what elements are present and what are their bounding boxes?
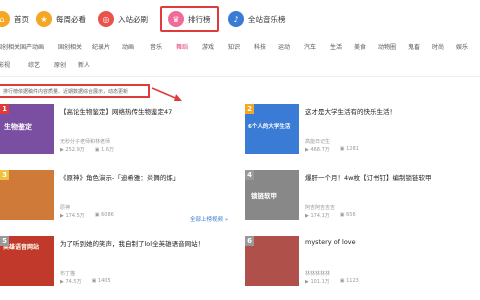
video-thumbnail[interactable]: 2 6个人的大学生活 <box>245 104 299 154</box>
video-title[interactable]: 【高论生物鉴定】网络热传生物鉴定47 <box>60 106 230 116</box>
ranking-card[interactable]: 4 锁链软甲 爆肝一个月！4w枚【订书钉】编制锁链软甲 阿吉阿吉吉吉 ▶ 174… <box>245 170 480 228</box>
category-item[interactable]: 综艺 <box>28 60 40 69</box>
ranking-card[interactable]: 2 6个人的大学生活 这才是大学生活有的快乐生活！ 高能日记生 ▶ 468.7万… <box>245 104 480 162</box>
video-title[interactable]: 爆肝一个月！4w枚【订书钉】编制锁链软甲 <box>305 172 475 182</box>
likes-count: ▣ 656 <box>339 212 356 218</box>
video-thumbnail[interactable]: 6 <box>245 236 299 286</box>
all-ranked-videos-link[interactable]: 全部上榜视频 » <box>190 215 228 223</box>
top-nav: ⌂ 首页 ★ 每周必看 ◎ 入站必刷 ♛ 排行榜 ♪ 全站音乐榜 <box>0 0 480 36</box>
category-item[interactable]: 游戏 <box>202 42 214 51</box>
category-item[interactable]: 科技 <box>254 42 266 51</box>
category-item[interactable]: 影视 <box>0 60 10 69</box>
divider <box>0 76 480 77</box>
likes-count: ▣ 1405 <box>91 278 111 284</box>
views-count: ▶ 174.5万 <box>60 213 85 219</box>
video-stats: ▶ 74.5万 ▣ 1405 <box>60 278 111 285</box>
uploader-name[interactable]: 高能日记生 <box>305 138 330 145</box>
ranking-card[interactable]: 1 生物鉴定 【高论生物鉴定】网络热传生物鉴定47 无秒分子老师和林老师 ▶ 2… <box>0 104 235 162</box>
category-item[interactable]: 纪录片 <box>92 42 110 51</box>
video-stats: ▶ 252.9万 ▣ 1.6万 <box>60 146 114 153</box>
video-stats: ▶ 174.1万 ▣ 656 <box>305 212 356 219</box>
views-count: ▶ 101.1万 <box>305 279 330 285</box>
weekly-icon: ★ <box>36 11 52 27</box>
category-item[interactable]: 国产动画 <box>20 42 44 51</box>
rank-badge: 4 <box>245 170 254 180</box>
likes-count: ▣ 1123 <box>339 278 359 284</box>
video-stats: ▶ 174.5万 ▣ 6086 <box>60 212 114 219</box>
music-icon: ♪ <box>228 11 244 27</box>
uploader-name[interactable]: 原神 <box>60 204 70 211</box>
category-item[interactable]: 运动 <box>278 42 290 51</box>
category-item-active[interactable]: 舞蹈 <box>176 42 188 51</box>
category-item[interactable]: 国创相关 <box>0 42 20 51</box>
rank-badge: 6 <box>245 236 254 246</box>
ranking-card[interactable]: 5 英雄语音网站 为了听到她的笑声，我自制了lol全英雄语音网站！ 布丁猫 ▶ … <box>0 236 235 294</box>
red-arrow-annotation <box>151 87 182 101</box>
likes-count: ▣ 1.6万 <box>94 147 115 153</box>
rank-badge: 5 <box>0 236 9 246</box>
ranking-icon: ♛ <box>168 11 184 27</box>
category-item[interactable]: 娱乐 <box>456 42 468 51</box>
home-icon: ⌂ <box>0 11 10 27</box>
views-count: ▶ 174.1万 <box>305 213 330 219</box>
category-row: 国创相关 国产动画 国创相关 纪录片 动画 音乐 舞蹈 游戏 知识 科技 运动 … <box>0 42 480 54</box>
category-item[interactable]: 时尚 <box>432 42 444 51</box>
tab-label: 全站音乐榜 <box>248 14 286 24</box>
category-item[interactable]: 动画 <box>122 42 134 51</box>
video-stats: ▶ 468.7万 ▣ 1281 <box>305 146 359 153</box>
tab-home[interactable]: ⌂ 首页 <box>0 6 29 32</box>
rank-badge: 1 <box>0 104 9 114</box>
tab-label: 排行榜 <box>188 14 211 24</box>
video-title[interactable]: 这才是大学生活有的快乐生活！ <box>305 106 475 116</box>
views-count: ▶ 74.5万 <box>60 279 82 285</box>
tab-must-watch[interactable]: ◎ 入站必刷 <box>98 6 148 32</box>
thumbnail-caption: 6个人的大学生活 <box>248 124 291 130</box>
tab-label: 每周必看 <box>56 14 86 24</box>
video-thumbnail[interactable]: 1 生物鉴定 <box>0 104 54 154</box>
category-item[interactable]: 音乐 <box>150 42 162 51</box>
category-item[interactable]: 动物圈 <box>378 42 396 51</box>
video-title[interactable]: 《原神》角色演示-「迪希雅：炎舞的炼」 <box>60 172 230 182</box>
category-item[interactable]: 国创相关 <box>58 42 82 51</box>
video-thumbnail[interactable]: 5 英雄语音网站 <box>0 236 54 286</box>
uploader-name[interactable]: 林林林林林 <box>305 270 330 277</box>
category-item[interactable]: 知识 <box>228 42 240 51</box>
uploader-name[interactable]: 阿吉阿吉吉吉 <box>305 204 335 211</box>
must-watch-icon: ◎ <box>98 11 114 27</box>
video-stats: ▶ 101.1万 ▣ 1123 <box>305 278 359 285</box>
video-thumbnail[interactable]: 3 <box>0 170 54 220</box>
likes-count: ▣ 6086 <box>94 212 114 218</box>
category-item[interactable]: 新人 <box>78 60 90 69</box>
views-count: ▶ 252.9万 <box>60 147 85 153</box>
video-title[interactable]: 为了听到她的笑声，我自制了lol全英雄语音网站！ <box>60 238 230 248</box>
rank-badge: 2 <box>245 104 254 114</box>
tab-label: 入站必刷 <box>118 14 148 24</box>
thumbnail-caption: 生物鉴定 <box>4 123 32 131</box>
rank-badge: 3 <box>0 170 9 180</box>
thumbnail-caption: 锁链软甲 <box>251 192 277 200</box>
category-item[interactable]: 生活 <box>330 42 342 51</box>
ranking-note: 排行榜依据稿件内容质量、近期数据综合展示，动态更新 <box>0 84 150 98</box>
video-title[interactable]: mystery of love <box>305 238 475 246</box>
category-item[interactable]: 美食 <box>354 42 366 51</box>
tab-label: 首页 <box>14 14 29 24</box>
likes-count: ▣ 1281 <box>339 146 359 152</box>
tab-music-chart[interactable]: ♪ 全站音乐榜 <box>228 6 286 32</box>
category-item[interactable]: 汽车 <box>304 42 316 51</box>
category-item[interactable]: 鬼畜 <box>408 42 420 51</box>
tab-ranking[interactable]: ♛ 排行榜 <box>160 6 219 32</box>
video-thumbnail[interactable]: 4 锁链软甲 <box>245 170 299 220</box>
category-row-2: 影视 综艺 原创 新人 <box>0 60 480 72</box>
views-count: ▶ 468.7万 <box>305 147 330 153</box>
category-item[interactable]: 原创 <box>54 60 66 69</box>
uploader-name[interactable]: 布丁猫 <box>60 270 75 277</box>
uploader-name[interactable]: 无秒分子老师和林老师 <box>60 138 110 145</box>
tab-weekly[interactable]: ★ 每周必看 <box>36 6 86 32</box>
ranking-card[interactable]: 6 mystery of love 林林林林林 ▶ 101.1万 ▣ 1123 <box>245 236 480 294</box>
